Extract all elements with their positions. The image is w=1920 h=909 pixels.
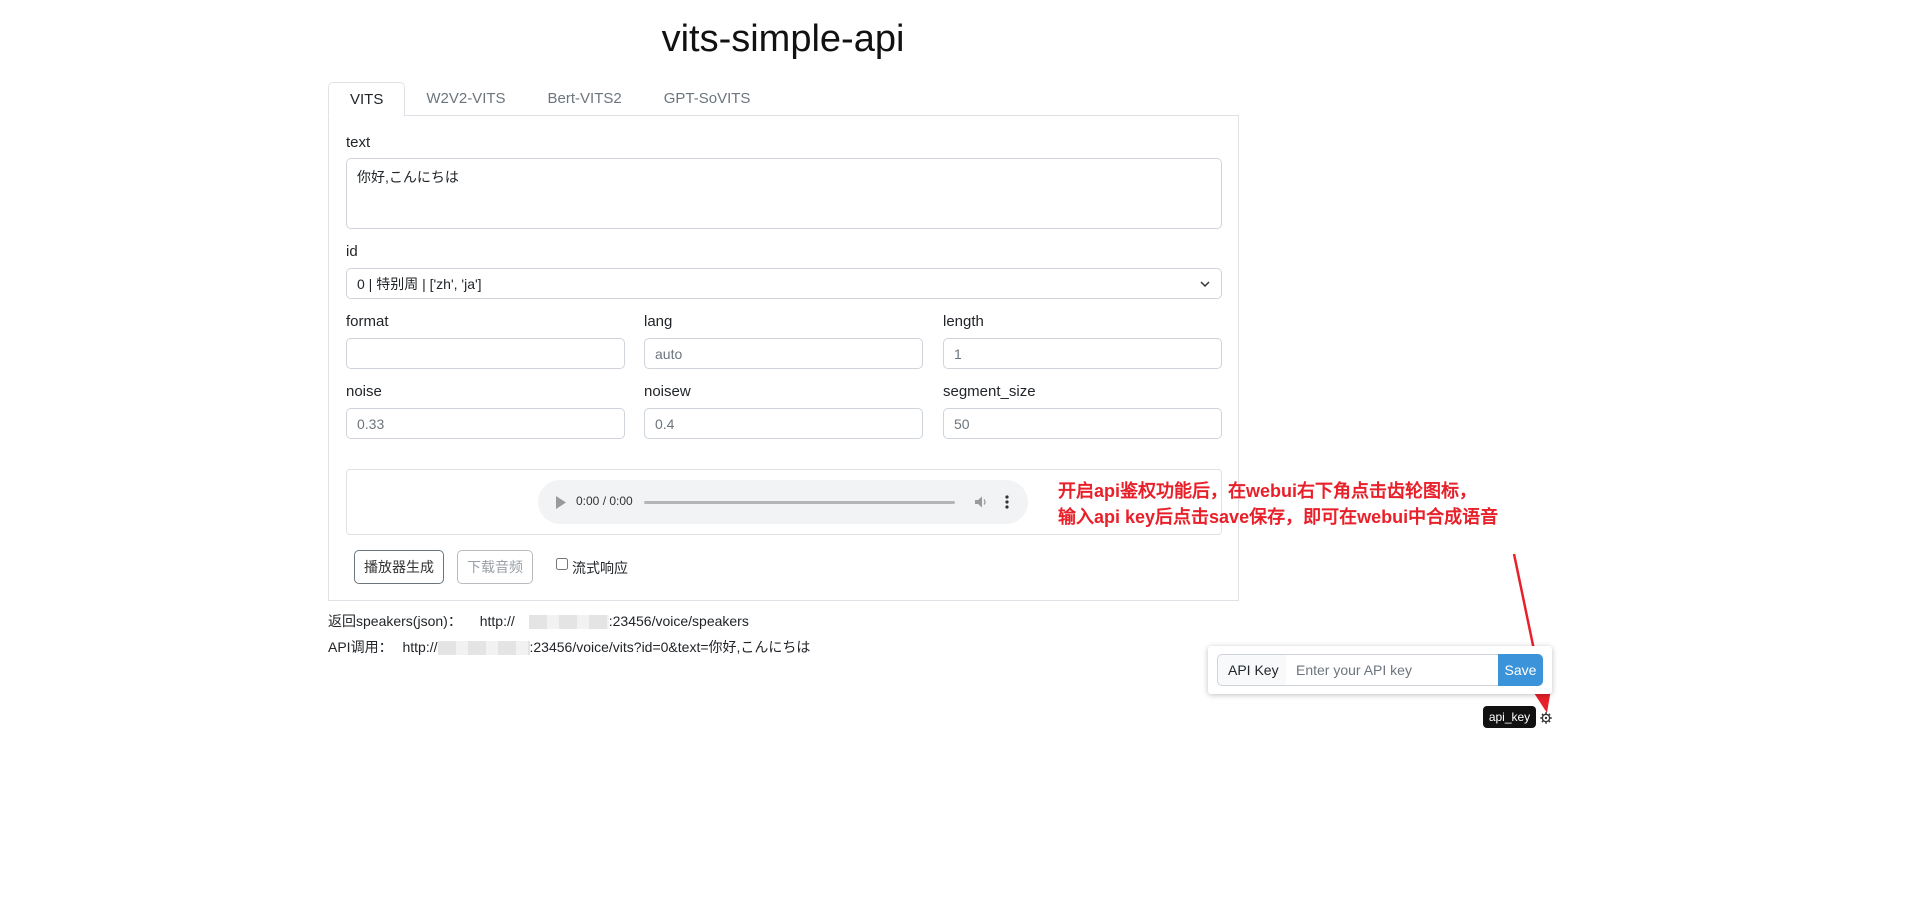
chevron-down-icon	[1200, 280, 1210, 287]
stream-response-checkbox[interactable]	[556, 558, 568, 570]
api-url-prefix: http://	[402, 639, 438, 655]
more-vertical-icon[interactable]	[1005, 495, 1009, 509]
save-api-key-button[interactable]: Save	[1498, 654, 1543, 686]
api-key-panel: API Key Save	[1208, 646, 1552, 694]
instruction-annotation: 开启api鉴权功能后，在webui右下角点击齿轮图标， 输入api key后点击…	[1058, 478, 1498, 530]
tab-vits[interactable]: VITS	[328, 82, 406, 117]
download-audio-button[interactable]: 下载音频	[457, 550, 533, 584]
audio-player: 0:00 / 0:00	[538, 480, 1028, 524]
speakers-url-prefix: http://	[479, 613, 515, 629]
generate-player-button[interactable]: 播放器生成	[354, 550, 444, 584]
gear-icon[interactable]	[1540, 712, 1552, 724]
api-key-tooltip: api_key	[1483, 706, 1536, 728]
tab-bert-vits2[interactable]: Bert-VITS2	[527, 82, 643, 116]
length-input[interactable]	[943, 338, 1222, 369]
api-call-label: API调用：	[328, 639, 393, 655]
noisew-input[interactable]	[644, 408, 923, 439]
lang-input[interactable]	[644, 338, 923, 369]
segment-size-input[interactable]	[943, 408, 1222, 439]
format-label: format	[346, 313, 389, 330]
annotation-line-2: 输入api key后点击save保存，即可在webui中合成语音	[1058, 507, 1499, 527]
redacted-host	[437, 641, 530, 656]
volume-icon[interactable]	[974, 495, 988, 509]
length-label: length	[943, 313, 984, 330]
audio-time: 0:00 / 0:00	[576, 494, 633, 508]
text-input[interactable]: 你好,こんにちは	[346, 158, 1222, 229]
speakers-link-label: 返回speakers(json)：	[328, 613, 462, 629]
text-label: text	[346, 134, 371, 151]
tab-w2v2-vits[interactable]: W2V2-VITS	[405, 82, 526, 116]
noise-input[interactable]	[346, 408, 625, 439]
api-key-input[interactable]	[1286, 654, 1500, 686]
id-select-value: 0 | 特别周 | ['zh', 'ja']	[357, 275, 482, 292]
api-call-row: API调用： http:// :23456/voice/vits?id=0&tex…	[328, 637, 810, 657]
id-label: id	[346, 243, 358, 260]
stream-response-label: 流式响应	[572, 560, 628, 576]
api-call-url-link[interactable]: http:// :23456/voice/vits?id=0&text=你好,こん…	[402, 639, 811, 656]
api-key-label: API Key	[1217, 654, 1290, 686]
redacted-host	[528, 615, 609, 630]
tab-bar: VITS W2V2-VITS Bert-VITS2 GPT-SoVITS	[328, 82, 772, 117]
annotation-line-1: 开启api鉴权功能后，在webui右下角点击齿轮图标，	[1058, 481, 1478, 501]
play-icon[interactable]	[555, 496, 567, 509]
lang-label: lang	[644, 313, 673, 330]
noisew-label: noisew	[644, 383, 691, 400]
id-select[interactable]: 0 | 特别周 | ['zh', 'ja']	[346, 268, 1222, 299]
speakers-link-row: 返回speakers(json)： http:// :23456/voice/sp…	[328, 611, 749, 631]
tab-gpt-sovits[interactable]: GPT-SoVITS	[643, 82, 772, 116]
page-title: vits-simple-api	[661, 18, 905, 60]
speakers-url-link[interactable]: http:// :23456/voice/speakers	[479, 613, 749, 630]
api-url-suffix: :23456/voice/vits?id=0&text=你好,こんにちは	[529, 639, 811, 655]
format-input[interactable]	[346, 338, 625, 369]
audio-progress-track[interactable]	[644, 501, 955, 504]
segment-size-label: segment_size	[943, 383, 1036, 400]
noise-label: noise	[346, 383, 382, 400]
speakers-url-suffix: :23456/voice/speakers	[608, 613, 749, 629]
